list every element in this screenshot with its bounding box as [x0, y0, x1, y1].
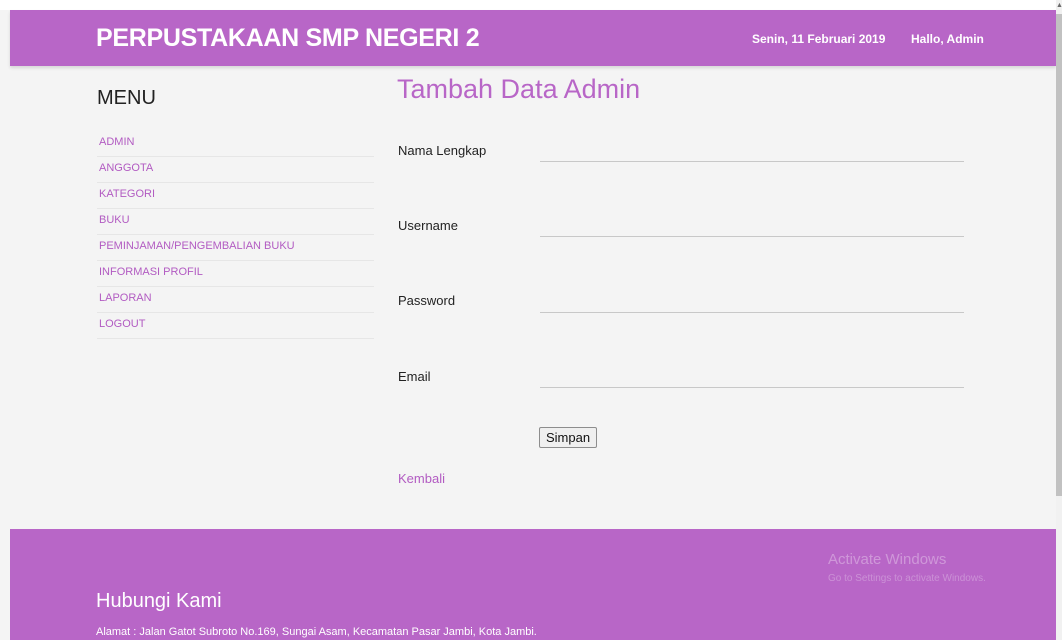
sidebar-item-logout[interactable]: LOGOUT — [97, 313, 374, 339]
sidebar-item-peminjaman[interactable]: PEMINJAMAN/PENGEMBALIAN BUKU — [97, 235, 374, 261]
password-input[interactable] — [540, 289, 964, 313]
save-button[interactable]: Simpan — [539, 427, 598, 448]
sidebar-item-kategori[interactable]: KATEGORI — [97, 183, 374, 209]
form-title: Tambah Data Admin — [397, 74, 641, 104]
activation-watermark-subtitle: Go to Settings to activate Windows. — [828, 573, 986, 584]
password-label: Password — [398, 293, 456, 308]
back-link[interactable]: Kembali — [398, 471, 445, 486]
sidebar-item-buku[interactable]: BUKU — [97, 209, 374, 235]
site-header: PERPUSTAKAAN SMP NEGERI 2 Senin, 11 Febr… — [10, 10, 1056, 66]
email-input[interactable] — [540, 364, 964, 388]
sidebar-menu: ADMIN ANGGOTA KATEGORI BUKU PEMINJAMAN/P… — [97, 131, 374, 339]
footer-address: Alamat : Jalan Gatot Subroto No.169, Sun… — [96, 626, 537, 638]
sidebar-item-informasi-profil[interactable]: INFORMASI PROFIL — [97, 261, 374, 287]
page: PERPUSTAKAAN SMP NEGERI 2 Senin, 11 Febr… — [0, 0, 1062, 640]
page-scrollbar[interactable]: ▲ — [1056, 0, 1062, 640]
site-title[interactable]: PERPUSTAKAAN SMP NEGERI 2 — [96, 24, 480, 53]
header-greeting: Hallo, Admin — [911, 32, 984, 46]
sidebar-item-anggota[interactable]: ANGGOTA — [97, 157, 374, 183]
sidebar-item-laporan[interactable]: LAPORAN — [97, 287, 374, 313]
top-strip — [0, 0, 1062, 10]
footer-title: Hubungi Kami — [96, 590, 222, 612]
username-label: Username — [398, 218, 458, 233]
email-label: Email — [398, 369, 431, 384]
nama-lengkap-label: Nama Lengkap — [398, 143, 487, 158]
menu-title: MENU — [97, 87, 156, 109]
sidebar-item-admin[interactable]: ADMIN — [97, 131, 374, 157]
header-date: Senin, 11 Februari 2019 — [752, 32, 886, 46]
scroll-up-arrow-icon[interactable]: ▲ — [1056, 0, 1062, 12]
site-footer: Hubungi Kami Alamat : Jalan Gatot Subrot… — [10, 529, 1056, 640]
nama-lengkap-input[interactable] — [540, 138, 964, 162]
scroll-thumb[interactable] — [1056, 14, 1062, 496]
activation-watermark-title: Activate Windows — [828, 551, 947, 568]
username-input[interactable] — [540, 213, 964, 237]
